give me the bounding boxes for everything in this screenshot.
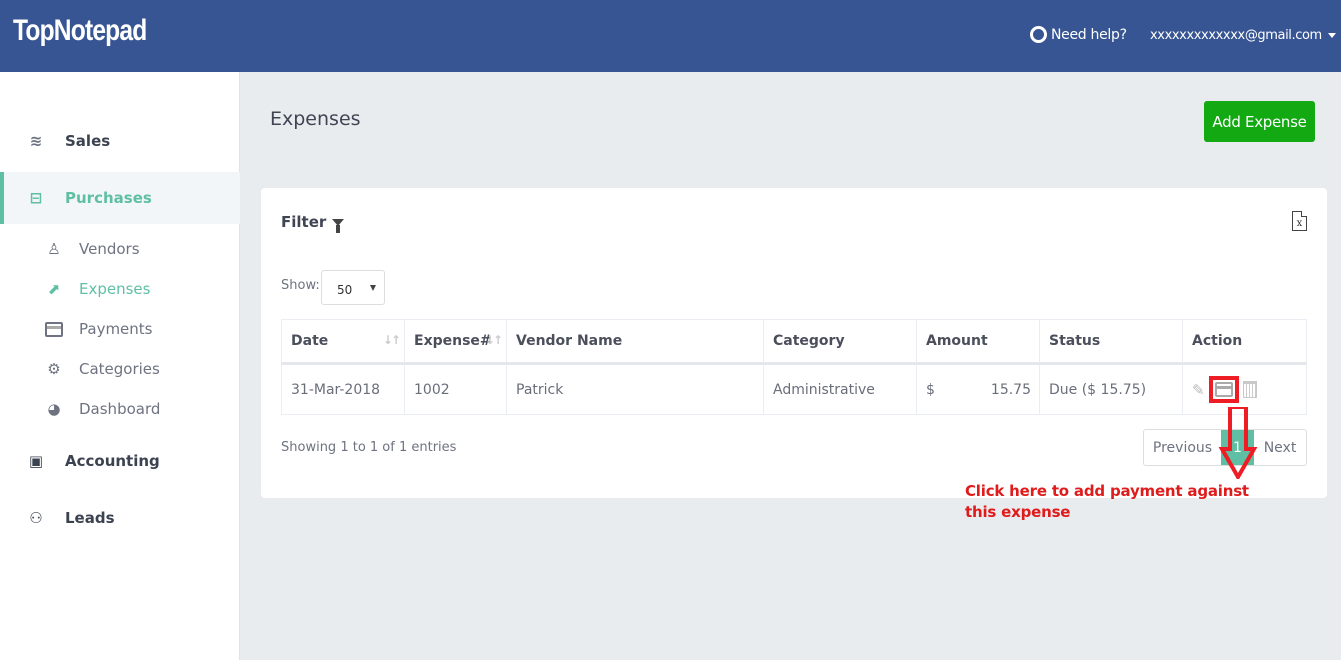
user-outline-icon: ♙ — [47, 240, 61, 258]
column-header-amount: Amount — [916, 319, 1040, 365]
entries-info: Showing 1 to 1 of 1 entries — [281, 440, 457, 455]
gear-icon: ⚙ — [47, 360, 61, 378]
sidebar-item-label: Sales — [65, 132, 111, 150]
sort-icon: ↓↑ — [484, 333, 503, 347]
expenses-panel: Filter x Show: 50 Date ↓↑ Expense# ↓↑ Vend… — [261, 188, 1327, 498]
currency-symbol: $ — [926, 381, 935, 398]
annotation-text: Click here to add payment against this e… — [965, 482, 1249, 521]
sidebar-item-label: Dashboard — [79, 400, 161, 418]
sidebar-item-leads[interactable]: ⚇ Leads — [0, 492, 240, 544]
filter-toggle[interactable]: Filter — [281, 213, 345, 233]
credit-card-icon — [1214, 382, 1233, 397]
edit-pencil-icon[interactable]: ✎ — [1192, 381, 1205, 399]
expenses-table: Date ↓↑ Expense# ↓↑ Vendor Name Category A… — [281, 319, 1307, 415]
excel-export-icon[interactable]: x — [1292, 211, 1307, 231]
sidebar-item-label: Leads — [65, 509, 115, 527]
column-label: Action — [1192, 333, 1243, 349]
need-help-link[interactable]: Need help? — [1030, 26, 1127, 43]
column-header-expense-no[interactable]: Expense# ↓↑ — [404, 319, 507, 365]
sidebar-item-purchases[interactable]: ⊟ Purchases — [0, 172, 240, 224]
column-label: Vendor Name — [516, 333, 623, 349]
user-menu[interactable]: xxxxxxxxxxxxx@gmail.com — [1150, 28, 1336, 43]
column-label: Status — [1049, 333, 1101, 349]
add-payment-button[interactable] — [1208, 376, 1239, 403]
sidebar-item-label: Accounting — [65, 452, 160, 470]
column-header-date[interactable]: Date ↓↑ — [281, 319, 405, 365]
table-header-row: Date ↓↑ Expense# ↓↑ Vendor Name Category A… — [281, 319, 1307, 365]
share-square-icon: ⬈ — [47, 280, 61, 298]
column-label: Amount — [926, 333, 988, 349]
user-email: xxxxxxxxxxxxx@gmail.com — [1150, 28, 1322, 43]
minus-square-icon: ⊟ — [29, 189, 43, 207]
caret-down-icon — [1327, 33, 1336, 38]
pagination-next[interactable]: Next — [1254, 430, 1306, 465]
logo-text: TopNotepad — [13, 14, 147, 47]
column-label: Date — [291, 333, 329, 349]
add-expense-button[interactable]: Add Expense — [1204, 101, 1315, 142]
cell-vendor: Patrick — [506, 363, 764, 415]
page-size-select[interactable]: 50 — [321, 270, 385, 305]
credit-card-icon — [45, 320, 63, 338]
bar-chart-icon: ▣ — [28, 452, 44, 470]
sidebar-item-payments[interactable]: Payments — [0, 313, 240, 345]
column-header-status: Status — [1039, 319, 1183, 365]
page-size-value: 50 — [337, 283, 353, 297]
cell-expense-no: 1002 — [404, 363, 507, 415]
sidebar: ≋ Sales ⊟ Purchases ♙ Vendors ⬈ Expenses… — [0, 72, 240, 660]
sidebar-item-sales[interactable]: ≋ Sales — [0, 115, 240, 167]
top-navbar: TopNotepad Need help? xxxxxxxxxxxxx@gmai… — [0, 0, 1341, 72]
layers-icon: ≋ — [29, 132, 43, 150]
filter-label: Filter — [281, 213, 327, 231]
sidebar-item-accounting[interactable]: ▣ Accounting — [0, 435, 240, 487]
column-header-category: Category — [763, 319, 917, 365]
lifebuoy-icon — [1030, 26, 1047, 43]
sidebar-item-label: Vendors — [79, 240, 140, 258]
delete-trash-icon[interactable] — [1242, 381, 1257, 398]
sidebar-item-label: Purchases — [65, 189, 152, 207]
sidebar-item-label: Payments — [79, 320, 153, 338]
gauge-icon: ◕ — [47, 400, 61, 418]
sidebar-item-dashboard[interactable]: ◕ Dashboard — [0, 393, 240, 425]
sidebar-item-expenses[interactable]: ⬈ Expenses — [0, 273, 240, 305]
column-header-vendor: Vendor Name — [506, 319, 764, 365]
pagination-previous[interactable]: Previous — [1144, 430, 1221, 465]
sidebar-item-label: Categories — [79, 360, 160, 378]
cell-status: Due ($ 15.75) — [1039, 363, 1183, 415]
users-icon: ⚇ — [29, 509, 43, 527]
column-label: Category — [773, 333, 845, 349]
need-help-label: Need help? — [1051, 26, 1127, 43]
amount-value: 15.75 — [990, 381, 1031, 398]
sidebar-item-label: Expenses — [79, 280, 151, 298]
sidebar-item-categories[interactable]: ⚙ Categories — [0, 353, 240, 385]
funnel-icon — [332, 218, 345, 233]
caret-down-icon — [370, 285, 376, 291]
page-title: Expenses — [270, 108, 361, 130]
cell-category: Administrative — [763, 363, 917, 415]
column-label: Expense# — [414, 333, 492, 349]
cell-amount: $15.75 — [916, 363, 1040, 415]
column-header-action: Action — [1182, 319, 1307, 365]
table-row: 31-Mar-2018 1002 Patrick Administrative … — [281, 363, 1307, 415]
show-label: Show: — [281, 278, 320, 293]
annotation-arrow-icon — [1218, 407, 1258, 479]
sort-icon: ↓↑ — [382, 333, 401, 347]
app-logo[interactable]: TopNotepad — [13, 14, 147, 48]
sidebar-item-vendors[interactable]: ♙ Vendors — [0, 233, 240, 265]
cell-date: 31-Mar-2018 — [281, 363, 405, 415]
